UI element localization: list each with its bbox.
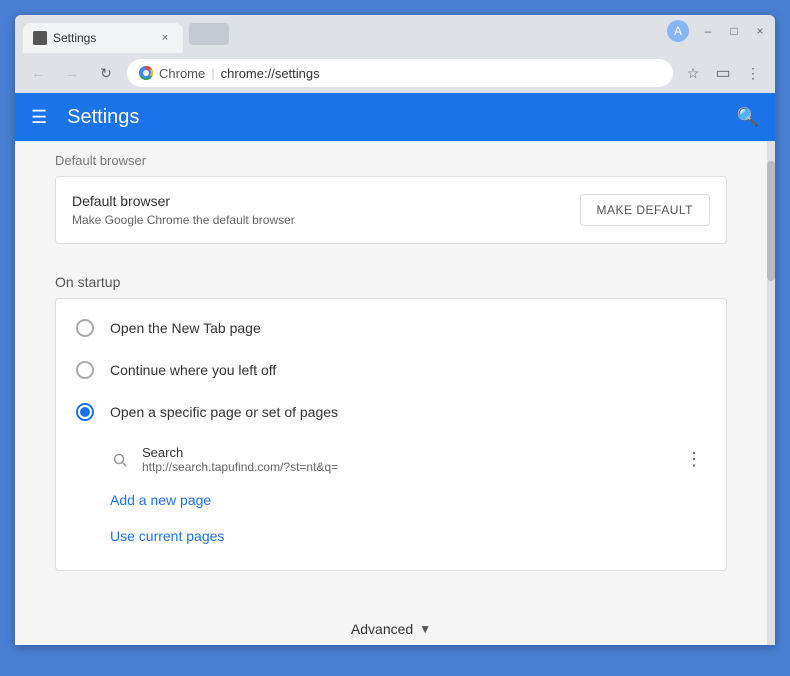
- profile-icon[interactable]: A: [667, 20, 689, 42]
- use-current-pages-link[interactable]: Use current pages: [110, 518, 706, 554]
- radio-option-continue[interactable]: Continue where you left off: [56, 349, 726, 391]
- tab-title: Settings: [53, 31, 151, 45]
- page-url: http://search.tapufind.com/?st=nt&q=: [142, 460, 670, 474]
- default-browser-text: Default browser Make Google Chrome the d…: [72, 193, 295, 227]
- on-startup-section-label: On startup: [55, 264, 727, 298]
- scrollbar-thumb[interactable]: [767, 161, 775, 281]
- default-browser-card: Default browser Make Google Chrome the d…: [55, 176, 727, 244]
- radio-label-continue: Continue where you left off: [110, 362, 276, 378]
- address-actions: ☆ ▭ ⋮: [681, 61, 765, 85]
- page-title: Search: [142, 445, 670, 460]
- url-prefix: Chrome: [159, 66, 205, 81]
- radio-inner-specific: [80, 407, 90, 417]
- back-button[interactable]: ←: [25, 60, 51, 86]
- scrollbar[interactable]: [767, 141, 775, 645]
- tab-settings-icon: [33, 31, 47, 45]
- url-bar[interactable]: Chrome | chrome://settings: [127, 59, 673, 87]
- radio-label-new-tab: Open the New Tab page: [110, 320, 261, 336]
- url-text: chrome://settings: [221, 66, 320, 81]
- minimize-button[interactable]: –: [701, 24, 715, 38]
- maximize-button[interactable]: □: [727, 24, 741, 38]
- make-default-button[interactable]: MAKE DEFAULT: [580, 194, 710, 226]
- advanced-section[interactable]: Advanced ▼: [55, 601, 727, 645]
- chrome-icon: [139, 66, 153, 80]
- settings-header: ☰ Settings 🔍: [15, 93, 775, 141]
- reload-button[interactable]: ↻: [93, 60, 119, 86]
- chrome-menu-icon[interactable]: ⋮: [741, 61, 765, 85]
- page-menu-button[interactable]: ⋮: [682, 448, 706, 472]
- page-info: Search http://search.tapufind.com/?st=nt…: [142, 445, 670, 474]
- main-content: Default browser Default browser Make Goo…: [15, 141, 775, 645]
- browser-tab[interactable]: Settings ×: [23, 23, 183, 53]
- window-controls: A – □ ×: [667, 20, 767, 48]
- new-tab-area: [189, 23, 229, 45]
- address-bar: ← → ↻ Chrome | chrome://settings ☆ ▭ ⋮: [15, 53, 775, 93]
- hamburger-menu-icon[interactable]: ☰: [31, 107, 47, 128]
- radio-circle-continue: [76, 361, 94, 379]
- startup-card: Open the New Tab page Continue where you…: [55, 298, 727, 571]
- tab-close-button[interactable]: ×: [157, 30, 173, 46]
- page-search-icon: [110, 450, 130, 470]
- radio-option-new-tab[interactable]: Open the New Tab page: [56, 307, 726, 349]
- radio-option-specific[interactable]: Open a specific page or set of pages: [56, 391, 726, 433]
- settings-page-title: Settings: [67, 106, 736, 129]
- sidebar-icon[interactable]: ▭: [711, 61, 735, 85]
- radio-label-specific: Open a specific page or set of pages: [110, 404, 338, 420]
- content-area: Default browser Default browser Make Goo…: [15, 141, 767, 645]
- settings-search-icon[interactable]: 🔍: [737, 107, 759, 128]
- url-separator: |: [211, 66, 214, 81]
- close-button[interactable]: ×: [753, 24, 767, 38]
- default-browser-section-label: Default browser: [55, 141, 727, 176]
- radio-circle-new-tab: [76, 319, 94, 337]
- startup-page-item: Search http://search.tapufind.com/?st=nt…: [110, 437, 706, 482]
- profile-initial: A: [674, 24, 682, 38]
- radio-circle-specific: [76, 403, 94, 421]
- default-browser-title: Default browser: [72, 193, 295, 209]
- add-new-page-link[interactable]: Add a new page: [110, 482, 706, 518]
- advanced-arrow-icon: ▼: [419, 622, 431, 636]
- advanced-label: Advanced: [351, 621, 413, 637]
- startup-pages: Search http://search.tapufind.com/?st=nt…: [56, 433, 726, 562]
- bookmark-star-icon[interactable]: ☆: [681, 61, 705, 85]
- default-browser-subtitle: Make Google Chrome the default browser: [72, 213, 295, 227]
- forward-button[interactable]: →: [59, 60, 85, 86]
